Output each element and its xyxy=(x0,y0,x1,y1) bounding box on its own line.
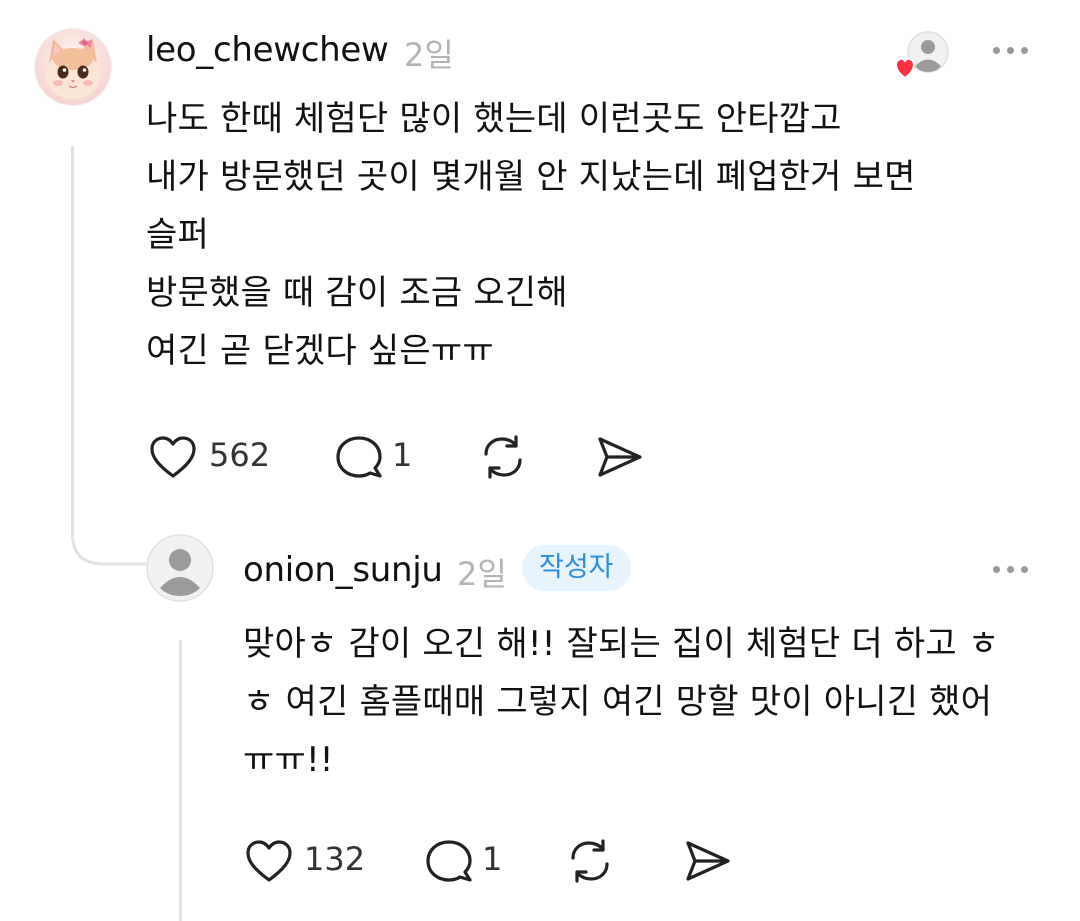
more-dot xyxy=(993,566,1000,573)
author-badge: 작성자 xyxy=(522,545,631,591)
more-dot xyxy=(1007,566,1014,573)
avatar[interactable] xyxy=(146,534,214,602)
like-count: 132 xyxy=(304,840,366,878)
reply-line: ㅎ 여긴 홈플때매 그렇지 여긴 망할 맛이 아니긴 했어 xyxy=(243,682,993,722)
avatar[interactable] xyxy=(34,28,112,106)
comment-body: 나도 한때 체험단 많이 했는데 이런곳도 안타깝고 내가 방문했던 곳이 몇개… xyxy=(146,90,916,380)
comment-line: 나도 한때 체험단 많이 했는데 이런곳도 안타깝고 xyxy=(146,99,842,139)
reply-thread-line xyxy=(179,640,182,921)
more-dot xyxy=(1021,47,1028,54)
repost-button[interactable] xyxy=(476,432,530,482)
heart-icon xyxy=(150,436,196,478)
like-button[interactable] xyxy=(244,838,294,884)
comment-icon xyxy=(336,436,382,478)
default-avatar-icon xyxy=(146,534,214,602)
share-icon xyxy=(686,841,730,881)
repost-button[interactable] xyxy=(563,836,617,886)
reply-count: 1 xyxy=(482,840,503,878)
comment-icon xyxy=(426,840,472,882)
heart-icon xyxy=(246,840,292,882)
reply-line: ㅠㅠ!! xyxy=(243,740,334,780)
like-count: 562 xyxy=(209,436,271,474)
more-dot xyxy=(993,47,1000,54)
comment-time: 2일 xyxy=(404,36,454,74)
comment-line: 방문했을 때 감이 조금 오긴해 xyxy=(146,273,568,313)
repost-icon xyxy=(484,435,522,479)
reply-username[interactable]: onion_sunju xyxy=(243,550,443,590)
more-options-button[interactable] xyxy=(993,47,1028,54)
comment-line: 여긴 곧 닫겠다 싶은ㅠㅠ xyxy=(146,331,494,371)
like-button[interactable] xyxy=(148,434,198,480)
more-options-button[interactable] xyxy=(993,566,1028,573)
thread-line-curve xyxy=(71,520,146,566)
share-button[interactable] xyxy=(594,434,644,480)
comment-username[interactable]: leo_chewchew xyxy=(146,30,389,70)
reply-count: 1 xyxy=(392,436,413,474)
reply-time: 2일 xyxy=(457,555,507,593)
share-icon xyxy=(598,437,642,477)
reply-button[interactable] xyxy=(334,434,384,480)
repost-icon xyxy=(571,839,609,883)
share-button[interactable] xyxy=(682,838,732,884)
more-dot xyxy=(1007,47,1014,54)
reply-line: 맞아ㅎ 감이 오긴 해!! 잘되는 집이 체험단 더 하고 ㅎ xyxy=(243,624,1000,664)
comment-line: 내가 방문했던 곳이 몇개월 안 지났는데 폐업한거 보면 xyxy=(146,157,916,197)
reply-body: 맞아ㅎ 감이 오긴 해!! 잘되는 집이 체험단 더 하고 ㅎ ㅎ 여긴 홈플때… xyxy=(243,615,999,789)
reply-button[interactable] xyxy=(424,838,474,884)
comment-line: 슬퍼 xyxy=(146,215,209,255)
cat-avatar-image xyxy=(35,29,111,105)
liked-by-author-icon xyxy=(892,30,952,80)
more-dot xyxy=(1021,566,1028,573)
thread-line-vertical xyxy=(71,146,74,536)
